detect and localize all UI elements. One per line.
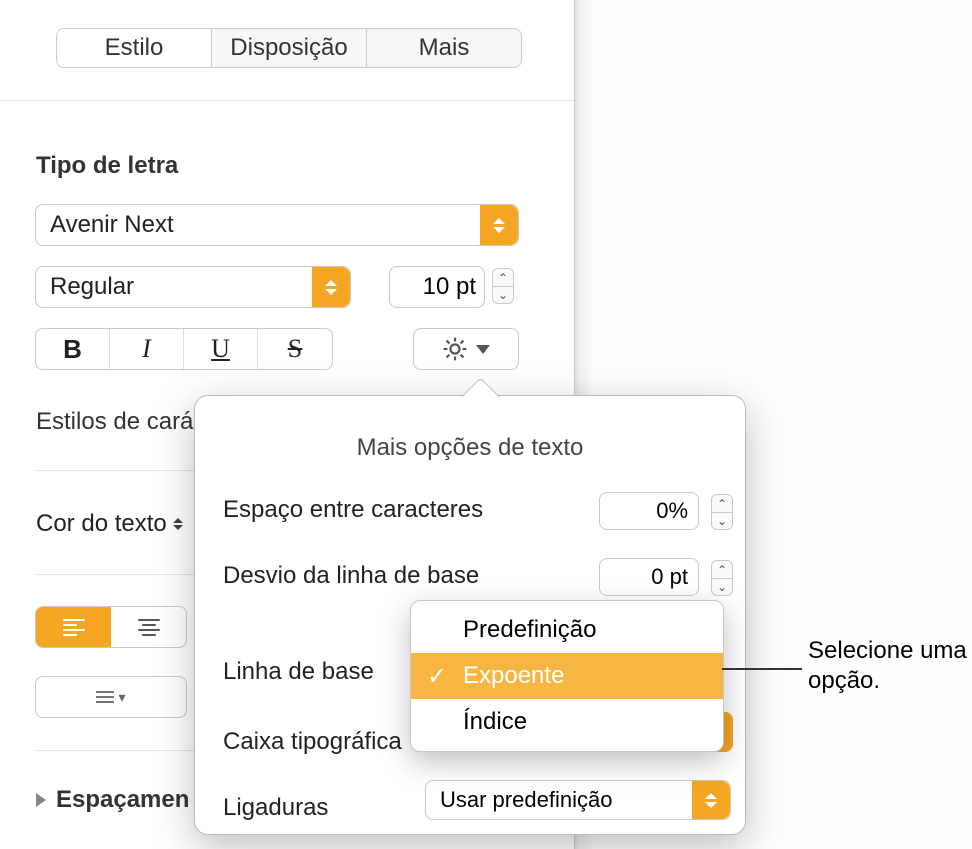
baseline-shift-label: Desvio da linha de base xyxy=(223,562,479,590)
tab-layout[interactable]: Disposição xyxy=(212,29,366,67)
capitalization-label: Caixa tipográfica xyxy=(223,728,402,756)
ligatures-row: Ligaduras xyxy=(223,794,328,822)
baseline-menu-default[interactable]: Predefinição xyxy=(411,607,723,653)
more-text-options-button[interactable] xyxy=(413,328,519,370)
font-weight-value: Regular xyxy=(50,273,134,301)
chevron-right-icon xyxy=(36,793,46,807)
popover-title: Mais opções de texto xyxy=(195,434,745,462)
stepper-down-icon[interactable]: ⌄ xyxy=(711,578,733,596)
underline-button[interactable]: U xyxy=(184,329,258,369)
stepper-up-icon[interactable]: ⌃ xyxy=(711,494,733,512)
character-styles-label: Estilos de cará xyxy=(36,408,193,436)
align-left-icon xyxy=(63,619,85,636)
baseline-shift-stepper[interactable]: ⌃ ⌄ xyxy=(711,560,733,596)
text-format-group: B I U S xyxy=(35,328,333,370)
stepper-down-icon[interactable]: ⌄ xyxy=(492,286,514,304)
italic-button[interactable]: I xyxy=(110,329,184,369)
char-spacing-row: Espaço entre caracteres xyxy=(223,496,483,524)
callout-leader-line xyxy=(722,668,802,670)
baseline-shift-field[interactable]: 0 pt xyxy=(599,558,699,596)
font-size-field[interactable]: 10 pt xyxy=(389,266,485,308)
align-center-button[interactable] xyxy=(111,607,186,647)
ligatures-select[interactable]: Usar predefinição xyxy=(425,780,731,820)
updown-icon xyxy=(480,205,518,245)
baseline-menu: Predefinição ✓ Expoente Índice xyxy=(410,600,724,752)
updown-icon xyxy=(312,267,350,307)
align-left-button[interactable] xyxy=(36,607,111,647)
font-section-label: Tipo de letra xyxy=(36,152,178,180)
char-spacing-field[interactable]: 0% xyxy=(599,492,699,530)
baseline-menu-subscript[interactable]: Índice xyxy=(411,699,723,745)
tab-style[interactable]: Estilo xyxy=(57,29,211,67)
font-family-value: Avenir Next xyxy=(50,211,174,239)
ligatures-label: Ligaduras xyxy=(223,794,328,822)
callout-text: Selecione uma opção. xyxy=(808,636,968,696)
alignment-group xyxy=(35,606,187,648)
ligatures-value: Usar predefinição xyxy=(440,787,612,813)
list-indent-button[interactable]: ▾ xyxy=(35,676,187,718)
tab-more[interactable]: Mais xyxy=(367,29,521,67)
bold-button[interactable]: B xyxy=(36,329,110,369)
chevron-down-icon xyxy=(476,345,490,354)
baseline-row: Linha de base xyxy=(223,658,374,686)
char-spacing-stepper[interactable]: ⌃ ⌄ xyxy=(711,494,733,530)
updown-icon xyxy=(692,781,730,819)
align-center-icon xyxy=(138,619,160,636)
char-spacing-label: Espaço entre caracteres xyxy=(223,496,483,524)
spacing-disclosure[interactable]: Espaçamen xyxy=(36,786,189,814)
font-weight-select[interactable]: Regular xyxy=(35,266,351,308)
font-family-select[interactable]: Avenir Next xyxy=(35,204,519,246)
stepper-down-icon[interactable]: ⌄ xyxy=(711,512,733,530)
text-color-label: Cor do texto xyxy=(36,510,183,538)
baseline-shift-row: Desvio da linha de base xyxy=(223,562,479,590)
updown-icon[interactable] xyxy=(173,518,183,530)
font-size-stepper[interactable]: ⌃ ⌄ xyxy=(492,268,514,304)
baseline-label: Linha de base xyxy=(223,658,374,686)
list-icon xyxy=(96,691,114,703)
gear-icon xyxy=(442,336,468,362)
baseline-shift-value: 0 pt xyxy=(651,564,688,590)
font-size-value: 10 pt xyxy=(423,273,476,301)
inspector-tabs: Estilo Disposição Mais xyxy=(56,28,522,68)
divider xyxy=(0,100,574,101)
char-spacing-value: 0% xyxy=(656,498,688,524)
stepper-up-icon[interactable]: ⌃ xyxy=(711,560,733,578)
baseline-menu-superscript[interactable]: ✓ Expoente xyxy=(411,653,723,699)
strikethrough-button[interactable]: S xyxy=(258,329,332,369)
stepper-up-icon[interactable]: ⌃ xyxy=(492,268,514,286)
check-icon: ✓ xyxy=(427,662,447,691)
capitalization-row: Caixa tipográfica xyxy=(223,728,402,756)
spacing-label: Espaçamen xyxy=(56,786,189,814)
